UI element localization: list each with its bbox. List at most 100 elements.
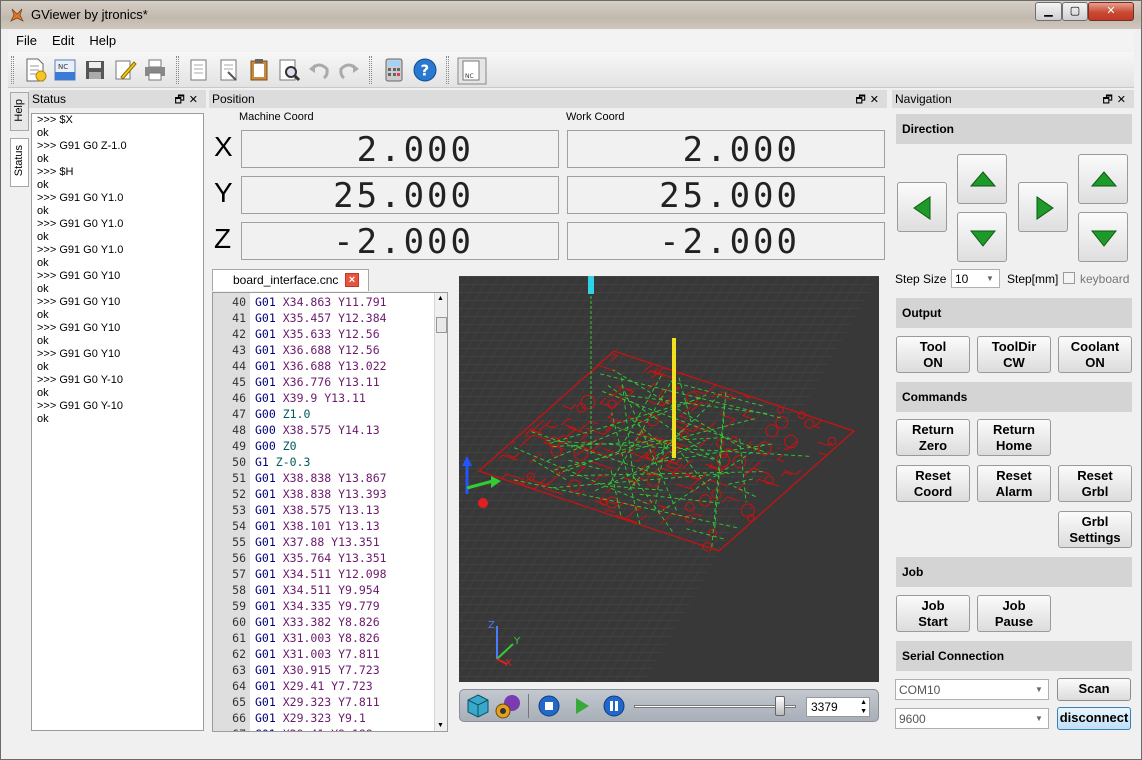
dock-float-close-buttons[interactable]: 🗗✕	[174, 91, 202, 110]
gcode-line[interactable]: 63 G01 X30.915 Y7.723	[213, 663, 435, 679]
minimize-button[interactable]: ▁	[1035, 2, 1062, 21]
job-pause-button[interactable]: Job Pause	[977, 595, 1051, 632]
gcode-line[interactable]: 50 G1 Z-0.3	[213, 455, 435, 471]
scroll-down-icon[interactable]: ▼	[437, 722, 444, 729]
gcode-line[interactable]: 62 G01 X31.003 Y7.811	[213, 647, 435, 663]
editor-file-tab[interactable]: board_interface.cnc ×	[212, 269, 369, 291]
gcode-line[interactable]: 51 G01 X38.838 Y13.867	[213, 471, 435, 487]
close-button[interactable]: ✕	[1088, 2, 1134, 21]
edit-pen-icon[interactable]	[112, 57, 138, 83]
scroll-up-icon[interactable]: ▲	[437, 295, 444, 302]
jog-x-plus-button[interactable]	[1018, 182, 1068, 232]
toolpath-3d-view[interactable]: Z Y X	[459, 276, 879, 682]
gcode-line[interactable]: 46 G01 X39.9 Y13.11	[213, 391, 435, 407]
save-icon[interactable]	[82, 57, 108, 83]
gcode-line[interactable]: 64 G01 X29.41 Y7.723	[213, 679, 435, 695]
gcode-line[interactable]: 60 G01 X33.382 Y8.826	[213, 615, 435, 631]
pause-icon[interactable]	[603, 695, 625, 717]
tab-status[interactable]: Status	[10, 138, 29, 187]
redo-icon[interactable]	[336, 57, 362, 83]
close-tab-icon[interactable]: ×	[345, 273, 359, 287]
jog-y-minus-button[interactable]	[957, 212, 1007, 262]
gcode-line[interactable]: 41 G01 X35.457 Y12.384	[213, 311, 435, 327]
playback-slider-thumb[interactable]	[774, 696, 785, 716]
gcode-line[interactable]: 40 G01 X34.863 Y11.791	[213, 295, 435, 311]
new-file-icon[interactable]	[22, 57, 48, 83]
gcode-line[interactable]: 49 G00 Z0	[213, 439, 435, 455]
gcode-line[interactable]: 42 G01 X35.633 Y12.56	[213, 327, 435, 343]
gcode-line[interactable]: 48 G00 X38.575 Y14.13	[213, 423, 435, 439]
gcode-line[interactable]: 65 G01 X29.323 Y7.811	[213, 695, 435, 711]
gcode-line[interactable]: 66 G01 X29.323 Y9.1	[213, 711, 435, 727]
spin-arrows-icon[interactable]: ▲ ▼	[860, 698, 867, 716]
jog-x-minus-button[interactable]	[897, 182, 947, 232]
dock-float-close-buttons[interactable]: 🗗✕	[1102, 91, 1130, 110]
editor-scrollbar[interactable]: ▲ ▼	[434, 293, 447, 731]
view-settings-icon[interactable]	[494, 693, 524, 719]
scan-button[interactable]: Scan	[1057, 678, 1131, 701]
play-icon[interactable]	[572, 696, 592, 716]
dock-float-close-buttons[interactable]: 🗗✕	[855, 91, 883, 110]
tab-help[interactable]: Help	[10, 92, 29, 131]
undo-icon[interactable]	[306, 57, 332, 83]
jog-z-plus-button[interactable]	[1078, 154, 1128, 204]
gcode-line[interactable]: 54 G01 X38.101 Y13.13	[213, 519, 435, 535]
frame-spinbox[interactable]: 3379 ▲ ▼	[806, 697, 870, 717]
gcode-line[interactable]: 55 G01 X37.88 Y13.351	[213, 535, 435, 551]
btn-line1: Grbl	[1081, 514, 1109, 529]
maximize-button[interactable]: ▢	[1062, 2, 1088, 21]
tool-on-button[interactable]: Tool ON	[896, 336, 970, 373]
menu-file[interactable]: File	[8, 30, 44, 48]
gcode-line[interactable]: 57 G01 X34.511 Y12.098	[213, 567, 435, 583]
scrollbar-thumb[interactable]	[436, 317, 447, 333]
grbl-settings-button[interactable]: Grbl Settings	[1058, 511, 1132, 548]
tooldir-cw-button[interactable]: ToolDir CW	[977, 336, 1051, 373]
playback-slider-track[interactable]	[634, 705, 796, 708]
coolant-on-button[interactable]: Coolant ON	[1058, 336, 1132, 373]
reset-coord-button[interactable]: Reset Coord	[896, 465, 970, 502]
port-select[interactable]: COM10 ▼	[895, 679, 1049, 700]
copy-icon[interactable]	[186, 57, 212, 83]
gcode-line[interactable]: 44 G01 X36.688 Y13.022	[213, 359, 435, 375]
baud-select[interactable]: 9600 ▼	[895, 708, 1049, 729]
disconnect-button[interactable]: disconnect	[1057, 707, 1131, 730]
nc-file-icon[interactable]: NC	[457, 57, 487, 85]
gcode-line[interactable]: 58 G01 X34.511 Y9.954	[213, 583, 435, 599]
calculator-icon[interactable]	[381, 57, 407, 83]
view-cube-icon[interactable]	[466, 693, 490, 719]
stop-icon[interactable]	[538, 695, 560, 717]
keyboard-checkbox[interactable]	[1063, 272, 1075, 284]
job-start-button[interactable]: Job Start	[896, 595, 970, 632]
paste-icon[interactable]	[216, 57, 242, 83]
reset-alarm-button[interactable]: Reset Alarm	[977, 465, 1051, 502]
open-nc-icon[interactable]: NC	[52, 57, 78, 83]
gcode-line[interactable]: 59 G01 X34.335 Y9.779	[213, 599, 435, 615]
menu-help[interactable]: Help	[81, 30, 123, 48]
print-icon[interactable]	[142, 57, 168, 83]
menu-edit[interactable]: Edit	[44, 30, 81, 48]
gcode-line[interactable]: 43 G01 X36.688 Y12.56	[213, 343, 435, 359]
gcode-line[interactable]: 47 G00 Z1.0	[213, 407, 435, 423]
clipboard-icon[interactable]	[246, 57, 272, 83]
help-icon[interactable]: ?	[412, 57, 438, 83]
gcode-line[interactable]: 56 G01 X35.764 Y13.351	[213, 551, 435, 567]
gcode-line[interactable]: 45 G01 X36.776 Y13.11	[213, 375, 435, 391]
jog-y-plus-button[interactable]	[957, 154, 1007, 204]
gcode-editor[interactable]: 40 G01 X34.863 Y11.791 41 G01 X35.457 Y12.3…	[212, 292, 448, 732]
line-number: 47	[232, 407, 246, 421]
reset-grbl-button[interactable]: Reset Grbl	[1058, 465, 1132, 502]
status-log[interactable]: >>> $X ok >>> G91 G0 Z-1.0 ok >>> $H ok >>> G9…	[31, 113, 204, 731]
line-number: 45	[232, 375, 246, 389]
return-zero-button[interactable]: Return Zero	[896, 419, 970, 456]
gcode-line[interactable]: 52 G01 X38.838 Y13.393	[213, 487, 435, 503]
axis-label-x: X	[214, 131, 233, 162]
step-size-select[interactable]: 10 ▼	[951, 269, 1000, 288]
return-home-button[interactable]: Return Home	[977, 419, 1051, 456]
gcode-line[interactable]: 67 G01 X29.41 Y9.188	[213, 727, 435, 731]
jog-z-minus-button[interactable]	[1078, 212, 1128, 262]
gcode-line[interactable]: 53 G01 X38.575 Y13.13	[213, 503, 435, 519]
find-icon[interactable]	[276, 57, 302, 83]
gcode-command: G00	[255, 407, 276, 421]
status-log-line: >>> G91 G0 Y10	[37, 322, 121, 334]
gcode-line[interactable]: 61 G01 X31.003 Y8.826	[213, 631, 435, 647]
